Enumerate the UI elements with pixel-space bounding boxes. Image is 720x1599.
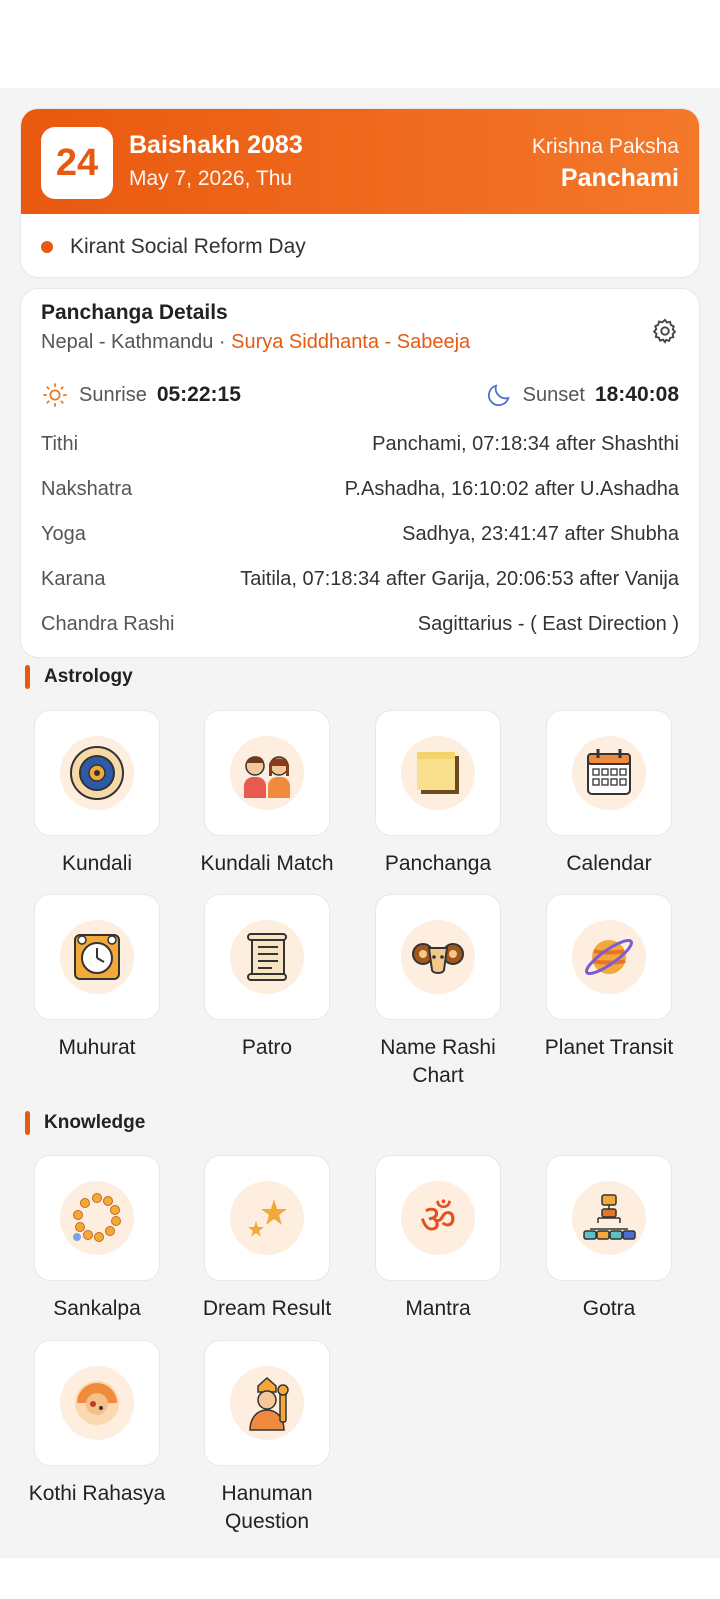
stars-icon bbox=[248, 1199, 287, 1237]
sunrise-label: Sunrise bbox=[79, 383, 147, 406]
row-label: Chandra Rashi bbox=[41, 612, 175, 635]
alarm-clock-icon bbox=[74, 934, 120, 980]
section-knowledge: Knowledge bbox=[25, 1111, 145, 1135]
tile-label: Kundali Match bbox=[200, 852, 334, 875]
ram-icon bbox=[412, 943, 464, 974]
row-label: Karana bbox=[41, 567, 106, 590]
panchanga-subtitle: Nepal - Kathmandu · Surya Siddhanta - Sa… bbox=[41, 331, 470, 354]
tile-gotra[interactable]: Gotra bbox=[524, 1155, 694, 1323]
tile-panchanga[interactable]: Panchanga bbox=[353, 710, 523, 878]
location-text: Nepal - Kathmandu bbox=[41, 331, 214, 353]
section-bar bbox=[25, 665, 30, 689]
tile-planet-transit[interactable]: Planet Transit bbox=[524, 894, 694, 1062]
section-title: Astrology bbox=[44, 666, 133, 687]
family-tree-icon bbox=[583, 1194, 636, 1240]
subtitle-separator: · bbox=[213, 331, 232, 353]
panchanga-row-karana: Karana Taitila, 07:18:34 after Garija, 2… bbox=[41, 564, 679, 594]
date-header: 24 Baishakh 2083 May 7, 2026, Thu Krishn… bbox=[21, 109, 699, 214]
couple-icon bbox=[244, 756, 290, 798]
sunrise-time: 05:22:15 bbox=[156, 383, 241, 406]
tile-name-rashi-chart[interactable]: Name Rashi Chart bbox=[353, 894, 523, 1090]
sunset-time: 18:40:08 bbox=[594, 383, 679, 406]
row-label: Nakshatra bbox=[41, 477, 133, 500]
nepali-month-year: Baishakh 2083 bbox=[129, 131, 303, 159]
svg-text:ॐ: ॐ bbox=[420, 1197, 456, 1243]
sticky-note-icon bbox=[417, 752, 459, 794]
row-value: Taitila, 07:18:34 after Garija, 20:06:53… bbox=[240, 567, 679, 590]
tile-dream-result[interactable]: Dream Result bbox=[182, 1155, 352, 1323]
tile-sankalpa[interactable]: Sankalpa bbox=[12, 1155, 182, 1323]
tile-label: Kothi Rahasya bbox=[28, 1482, 166, 1505]
hanuman-icon bbox=[249, 1376, 289, 1431]
row-label: Yoga bbox=[41, 522, 86, 545]
tile-hanuman-question[interactable]: Hanuman Question bbox=[182, 1340, 352, 1536]
gregorian-date: May 7, 2026, Thu bbox=[129, 167, 293, 190]
bottom-area bbox=[0, 1558, 720, 1599]
home-screen: 24 Baishakh 2083 May 7, 2026, Thu Krishn… bbox=[0, 88, 720, 1558]
sun-icon bbox=[43, 383, 67, 407]
event-text: Kirant Social Reform Day bbox=[70, 234, 306, 258]
tile-kothi-rahasya[interactable]: Kothi Rahasya bbox=[12, 1340, 182, 1508]
tile-label: Gotra bbox=[582, 1297, 636, 1320]
tile-calendar[interactable]: Calendar bbox=[524, 710, 694, 878]
panchanga-card: Panchanga Details Nepal - Kathmandu · Su… bbox=[20, 288, 700, 658]
tile-label: Kundali bbox=[61, 852, 133, 875]
tile-label: Hanuman Question bbox=[221, 1482, 313, 1533]
tile-kundali-match[interactable]: Kundali Match bbox=[182, 710, 352, 878]
section-bar bbox=[25, 1111, 30, 1135]
row-value: P.Ashadha, 16:10:02 after U.Ashadha bbox=[344, 477, 679, 500]
tithi-label: Panchami bbox=[560, 164, 679, 192]
gear-icon[interactable] bbox=[651, 317, 679, 345]
tile-label: Planet Transit bbox=[544, 1036, 674, 1059]
row-label: Tithi bbox=[41, 432, 79, 455]
tile-label: Name Rashi Chart bbox=[380, 1036, 496, 1087]
row-value: Panchami, 07:18:34 after Shashthi bbox=[372, 432, 679, 455]
event-dot-icon bbox=[41, 240, 53, 253]
section-title: Knowledge bbox=[44, 1112, 146, 1133]
zodiac-wheel-icon bbox=[70, 746, 124, 800]
kothi-icon bbox=[75, 1381, 119, 1425]
panchanga-row-chandra-rashi: Chandra Rashi Sagittarius - ( East Direc… bbox=[41, 609, 679, 639]
sunrise-row: Sunrise 05:22:15 bbox=[41, 381, 241, 409]
om-icon: ॐ bbox=[420, 1197, 456, 1243]
date-card[interactable]: 24 Baishakh 2083 May 7, 2026, Thu Krishn… bbox=[20, 108, 700, 278]
tile-label: Mantra bbox=[405, 1297, 471, 1320]
row-value: Sadhya, 23:41:47 after Shubha bbox=[402, 522, 679, 545]
tile-mantra[interactable]: ॐ Mantra bbox=[353, 1155, 523, 1323]
sunset-label: Sunset bbox=[522, 383, 585, 406]
tile-muhurat[interactable]: Muhurat bbox=[12, 894, 182, 1062]
tile-patro[interactable]: Patro bbox=[182, 894, 352, 1062]
tile-label: Dream Result bbox=[202, 1297, 332, 1320]
panchanga-row-nakshatra: Nakshatra P.Ashadha, 16:10:02 after U.As… bbox=[41, 474, 679, 504]
tile-label: Sankalpa bbox=[53, 1297, 141, 1320]
panchanga-row-tithi: Tithi Panchami, 07:18:34 after Shashthi bbox=[41, 429, 679, 459]
section-astrology: Astrology bbox=[25, 665, 133, 689]
paksha-label: Krishna Paksha bbox=[531, 135, 679, 158]
moon-icon bbox=[487, 384, 510, 406]
tile-kundali[interactable]: Kundali bbox=[12, 710, 182, 878]
sunset-row: Sunset 18:40:08 bbox=[485, 381, 679, 409]
planet-icon bbox=[585, 938, 633, 976]
tile-label: Calendar bbox=[566, 852, 652, 875]
row-value: Sagittarius - ( East Direction ) bbox=[417, 612, 679, 635]
tile-label: Panchanga bbox=[384, 852, 492, 875]
scroll-icon bbox=[247, 933, 287, 981]
calendar-icon bbox=[587, 749, 631, 795]
tile-label: Muhurat bbox=[58, 1036, 136, 1059]
panchanga-row-yoga: Yoga Sadhya, 23:41:47 after Shubha bbox=[41, 519, 679, 549]
prayer-beads-icon bbox=[73, 1193, 121, 1242]
day-number: 24 bbox=[41, 127, 113, 199]
calculation-system[interactable]: Surya Siddhanta - Sabeeja bbox=[231, 331, 470, 353]
panchanga-title: Panchanga Details bbox=[41, 301, 228, 324]
tile-label: Patro bbox=[241, 1036, 293, 1059]
event-row[interactable]: Kirant Social Reform Day bbox=[21, 214, 699, 277]
